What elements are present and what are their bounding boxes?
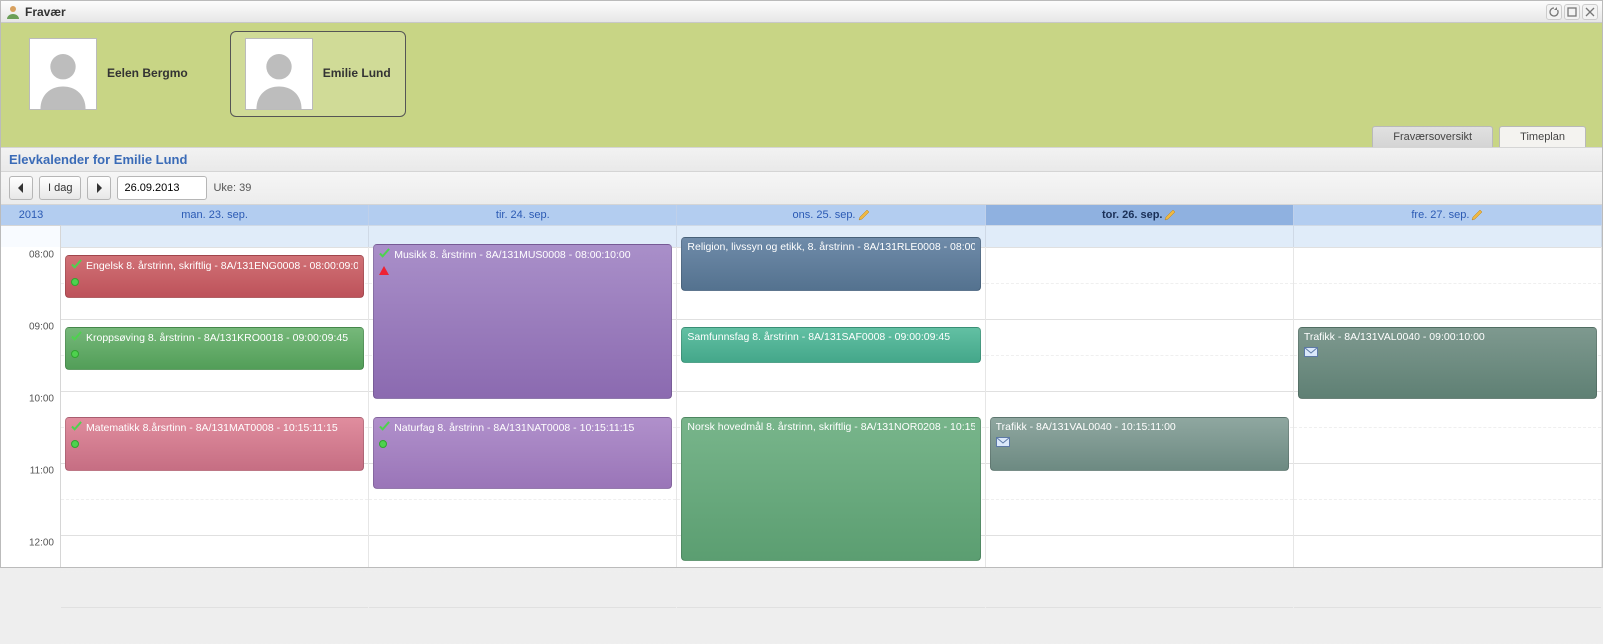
- mail-icon: [1304, 348, 1318, 360]
- student-name: Emilie Lund: [323, 66, 391, 82]
- day-column[interactable]: Religion, livssyn og etikk, 8. årstrinn …: [677, 247, 985, 567]
- pencil-icon: [1471, 209, 1483, 221]
- status-dot-icon: [379, 440, 387, 448]
- prev-button[interactable]: [9, 176, 33, 200]
- calendar-event[interactable]: Norsk hovedmål 8. årstrinn, skriftlig - …: [681, 417, 980, 561]
- check-icon: [71, 259, 82, 273]
- window-title: Fravær: [25, 5, 66, 19]
- hour-label: 10:00: [29, 394, 54, 405]
- hour-label: 09:00: [29, 322, 54, 333]
- calendar-event[interactable]: Matematikk 8.årsrtinn - 8A/131MAT0008 - …: [65, 417, 364, 471]
- mail-icon: [996, 438, 1010, 450]
- app-icon: [5, 4, 21, 20]
- hour-label: 12:00: [29, 538, 54, 549]
- hour-label: 08:00: [29, 250, 54, 261]
- check-icon: [71, 331, 82, 345]
- year-cell: 2013: [1, 205, 61, 225]
- tab-overview[interactable]: Fraværsoversikt: [1372, 126, 1493, 147]
- calendar-event[interactable]: Religion, livssyn og etikk, 8. årstrinn …: [681, 237, 980, 291]
- pencil-icon: [1164, 209, 1176, 221]
- student-card-selected[interactable]: Emilie Lund: [230, 31, 406, 117]
- day-header[interactable]: man. 23. sep.: [61, 205, 369, 225]
- avatar: [29, 38, 97, 110]
- titlebar: Fravær: [1, 1, 1602, 23]
- calendar-grid: 08:00 09:00 10:00 11:00 12:00 Engelsk 8. års…: [1, 247, 1602, 567]
- student-panel: Eelen Bergmo Emilie Lund Fraværsoversikt…: [1, 23, 1602, 147]
- event-title: Trafikk - 8A/131VAL0040 - 10:15:11:00: [996, 421, 1176, 433]
- event-title: Norsk hovedmål 8. årstrinn, skriftlig - …: [687, 421, 974, 433]
- allday-cell[interactable]: [1294, 225, 1602, 247]
- check-icon: [71, 421, 82, 435]
- event-title: Trafikk - 8A/131VAL0040 - 09:00:10:00: [1304, 331, 1485, 343]
- calendar: 2013 man. 23. sep.tir. 24. sep.ons. 25. …: [1, 205, 1602, 567]
- day-header[interactable]: tir. 24. sep.: [369, 205, 677, 225]
- check-icon: [379, 248, 390, 262]
- avatar: [245, 38, 313, 110]
- status-dot-icon: [71, 350, 79, 358]
- tab-timeplan[interactable]: Timeplan: [1499, 126, 1586, 147]
- status-dot-icon: [71, 440, 79, 448]
- refresh-button[interactable]: [1546, 4, 1562, 20]
- calendar-event[interactable]: Trafikk - 8A/131VAL0040 - 09:00:10:00: [1298, 327, 1597, 399]
- day-column[interactable]: Trafikk - 8A/131VAL0040 - 09:00:10:00: [1294, 247, 1602, 567]
- event-title: Matematikk 8.årsrtinn - 8A/131MAT0008 - …: [86, 422, 338, 434]
- calendar-event[interactable]: Engelsk 8. årstrinn, skriftlig - 8A/131E…: [65, 255, 364, 298]
- day-header-row: 2013 man. 23. sep.tir. 24. sep.ons. 25. …: [1, 205, 1602, 225]
- warning-icon: [379, 266, 389, 275]
- day-header[interactable]: tor. 26. sep.: [986, 205, 1294, 225]
- window: Fravær Eelen Bergmo Emilie Lund: [0, 0, 1603, 568]
- event-title: Religion, livssyn og etikk, 8. årstrinn …: [687, 241, 974, 253]
- section-title: Elevkalender for Emilie Lund: [1, 147, 1602, 172]
- calendar-event[interactable]: Kroppsøving 8. årstrinn - 8A/131KRO0018 …: [65, 327, 364, 370]
- next-button[interactable]: [87, 176, 111, 200]
- check-icon: [379, 421, 390, 435]
- day-header[interactable]: fre. 27. sep.: [1294, 205, 1602, 225]
- nav-bar: I dag Uke: 39: [1, 172, 1602, 205]
- time-gutter: 08:00 09:00 10:00 11:00 12:00: [1, 247, 61, 567]
- calendar-event[interactable]: Musikk 8. årstrinn - 8A/131MUS0008 - 08:…: [373, 244, 672, 399]
- day-column[interactable]: Musikk 8. årstrinn - 8A/131MUS0008 - 08:…: [369, 247, 677, 567]
- allday-cell[interactable]: [986, 225, 1294, 247]
- calendar-event[interactable]: Samfunnsfag 8. årstrinn - 8A/131SAF0008 …: [681, 327, 980, 363]
- day-header[interactable]: ons. 25. sep.: [677, 205, 985, 225]
- maximize-button[interactable]: [1564, 4, 1580, 20]
- day-column[interactable]: Engelsk 8. årstrinn, skriftlig - 8A/131E…: [61, 247, 369, 567]
- event-title: Musikk 8. årstrinn - 8A/131MUS0008 - 08:…: [394, 249, 630, 261]
- date-input[interactable]: [117, 176, 207, 200]
- allday-cell[interactable]: [61, 225, 369, 247]
- day-column[interactable]: Trafikk - 8A/131VAL0040 - 10:15:11:00: [986, 247, 1294, 567]
- event-title: Naturfag 8. årstrinn - 8A/131NAT0008 - 1…: [394, 422, 634, 434]
- calendar-event[interactable]: Trafikk - 8A/131VAL0040 - 10:15:11:00: [990, 417, 1289, 471]
- tabs: Fraværsoversikt Timeplan: [1369, 126, 1586, 147]
- event-title: Engelsk 8. årstrinn, skriftlig - 8A/131E…: [86, 260, 358, 272]
- status-dot-icon: [71, 278, 79, 286]
- student-name: Eelen Bergmo: [107, 66, 188, 82]
- event-title: Samfunnsfag 8. årstrinn - 8A/131SAF0008 …: [687, 331, 950, 343]
- calendar-event[interactable]: Naturfag 8. årstrinn - 8A/131NAT0008 - 1…: [373, 417, 672, 489]
- today-button[interactable]: I dag: [39, 176, 81, 200]
- hour-label: 11:00: [30, 466, 54, 477]
- event-title: Kroppsøving 8. årstrinn - 8A/131KRO0018 …: [86, 332, 348, 344]
- student-card[interactable]: Eelen Bergmo: [15, 31, 202, 117]
- pencil-icon: [858, 209, 870, 221]
- week-label: Uke: 39: [213, 182, 251, 194]
- close-button[interactable]: [1582, 4, 1598, 20]
